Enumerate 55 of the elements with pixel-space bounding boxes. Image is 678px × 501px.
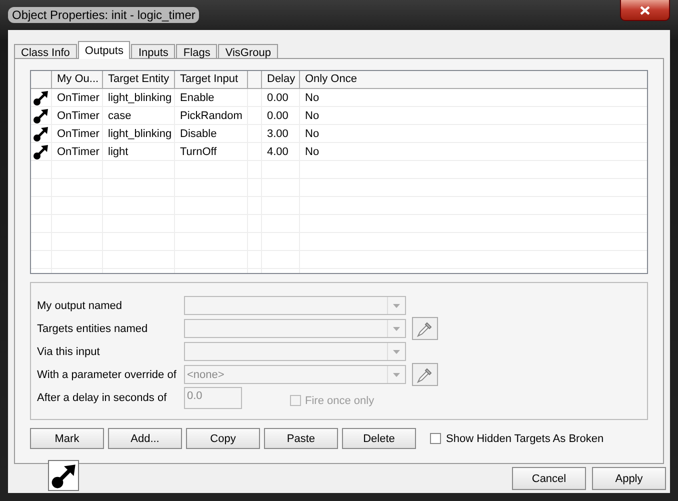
table-cell: light_blinking <box>103 89 175 106</box>
table-cell: light_blinking <box>103 125 175 142</box>
table-cell: 0.00 <box>262 107 300 124</box>
table-cell: Enable <box>175 89 248 106</box>
action-button[interactable]: Delete <box>342 428 416 449</box>
table-cell: TurnOff <box>175 143 248 160</box>
dialog-button[interactable]: Apply <box>592 467 666 490</box>
action-button[interactable]: Mark <box>30 428 104 449</box>
tab[interactable]: Inputs <box>131 44 176 58</box>
action-button[interactable]: Add... <box>108 428 182 449</box>
checkbox-label: Fire once only <box>305 394 374 406</box>
action-button[interactable]: Paste <box>264 428 338 449</box>
field-label: With a parameter override of <box>37 368 178 380</box>
table-cell-text: No <box>304 108 320 124</box>
table-cell-text: No <box>304 126 320 142</box>
connection-arrow-icon <box>50 462 76 488</box>
tab[interactable]: Outputs <box>78 41 130 59</box>
dialog-button[interactable]: Cancel <box>512 467 586 490</box>
eyedropper-icon <box>417 366 433 382</box>
table-cell: 3.00 <box>262 125 300 142</box>
column-header[interactable]: My Ou... <box>52 71 103 88</box>
field-label: Targets entities named <box>37 322 149 334</box>
checkbox-label: Show Hidden Targets As Broken <box>446 432 604 444</box>
table-cell: case <box>103 107 175 124</box>
column-header[interactable]: Only Once <box>300 71 647 88</box>
table-cell: light <box>103 143 175 160</box>
tab[interactable]: Class Info <box>14 44 77 58</box>
table-cell-text: No <box>304 144 320 160</box>
field-label: Via this input <box>37 346 101 358</box>
column-header[interactable]: Target Input <box>175 71 248 88</box>
connection-arrow-icon <box>33 144 49 160</box>
tab[interactable]: VisGroup <box>218 44 278 58</box>
column-header[interactable]: Target Entity <box>103 71 175 88</box>
table-cell-text: No <box>304 90 320 106</box>
checkbox[interactable] <box>430 433 441 444</box>
table-cell: OnTimer <box>52 89 103 106</box>
table-cell: OnTimer <box>52 125 103 142</box>
eyedropper-icon <box>417 320 433 336</box>
connection-arrow-icon <box>33 90 49 106</box>
table-cell: OnTimer <box>52 107 103 124</box>
table-cell: OnTimer <box>52 143 103 160</box>
close-button[interactable] <box>620 0 670 21</box>
field-label: My output named <box>37 300 123 312</box>
close-icon <box>640 6 650 14</box>
connection-arrow-icon <box>33 108 49 124</box>
table-cell: Disable <box>175 125 248 142</box>
tab[interactable]: Flags <box>176 44 218 58</box>
field-label: After a delay in seconds of <box>37 392 168 404</box>
connection-arrow-icon <box>33 126 49 142</box>
table-cell: 4.00 <box>262 143 300 160</box>
action-button[interactable]: Copy <box>186 428 260 449</box>
table-cell: PickRandom <box>175 107 248 124</box>
column-header[interactable]: Delay <box>262 71 300 88</box>
table-cell: 0.00 <box>262 89 300 106</box>
window-title: Object Properties: init - logic_timer <box>8 7 200 23</box>
